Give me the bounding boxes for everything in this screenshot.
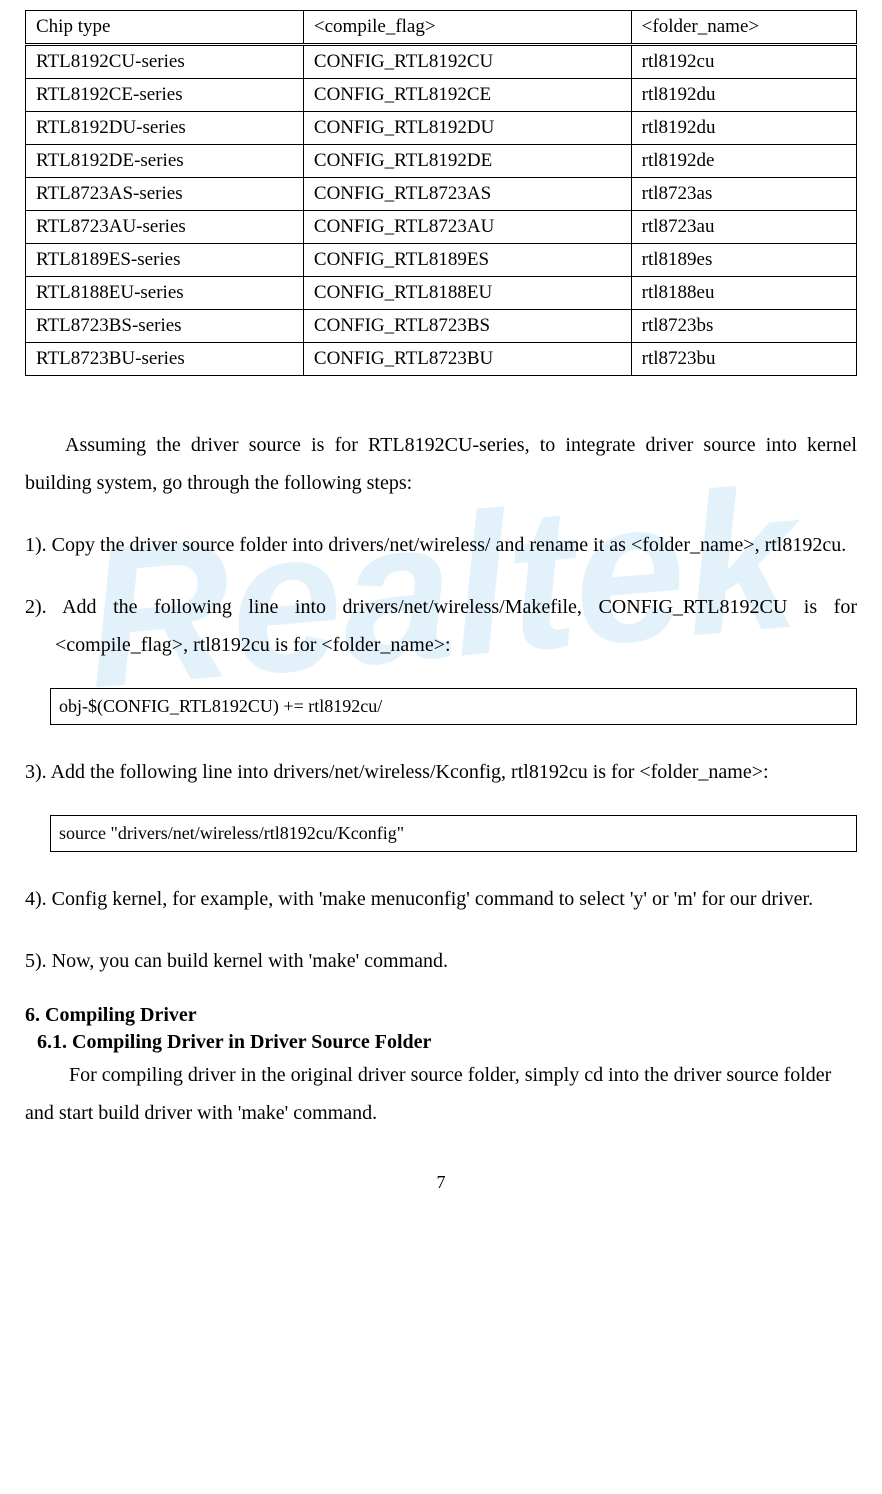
step-marker: 3). [25,761,47,783]
table-header: <folder_name> [631,11,856,45]
table-cell: CONFIG_RTL8723BU [303,343,631,376]
table-cell: rtl8188eu [631,277,856,310]
code-block-makefile: obj-$(CONFIG_RTL8192CU) += rtl8192cu/ [50,688,857,725]
chip-config-table: Chip type <compile_flag> <folder_name> R… [25,10,857,376]
table-row: RTL8188EU-seriesCONFIG_RTL8188EUrtl8188e… [26,277,857,310]
table-row: RTL8723AU-seriesCONFIG_RTL8723AUrtl8723a… [26,211,857,244]
table-cell: RTL8192DE-series [26,145,304,178]
step-text: Config kernel, for example, with 'make m… [52,888,813,910]
page-number: 7 [25,1172,857,1193]
table-row: RTL8192DU-seriesCONFIG_RTL8192DUrtl8192d… [26,112,857,145]
table-cell: rtl8723bs [631,310,856,343]
table-row: RTL8723BU-seriesCONFIG_RTL8723BUrtl8723b… [26,343,857,376]
table-cell: CONFIG_RTL8192DU [303,112,631,145]
step-marker: 1). [25,534,47,556]
intro-paragraph: Assuming the driver source is for RTL819… [25,426,857,502]
table-cell: RTL8188EU-series [26,277,304,310]
table-cell: CONFIG_RTL8723AS [303,178,631,211]
table-row: RTL8189ES-seriesCONFIG_RTL8189ESrtl8189e… [26,244,857,277]
code-block-kconfig: source "drivers/net/wireless/rtl8192cu/K… [50,815,857,852]
step-1: 1). Copy the driver source folder into d… [25,526,857,564]
step-marker: 4). [25,888,47,910]
table-cell: rtl8192cu [631,45,856,79]
table-cell: rtl8192du [631,79,856,112]
table-cell: rtl8189es [631,244,856,277]
table-cell: RTL8189ES-series [26,244,304,277]
table-cell: RTL8723BU-series [26,343,304,376]
section-6-1-subheading: 6.1. Compiling Driver in Driver Source F… [25,1031,857,1054]
step-5: 5). Now, you can build kernel with 'make… [25,942,857,980]
table-cell: CONFIG_RTL8192CU [303,45,631,79]
step-text: Now, you can build kernel with 'make' co… [52,950,448,972]
table-row: RTL8192CE-seriesCONFIG_RTL8192CErtl8192d… [26,79,857,112]
table-cell: RTL8192CU-series [26,45,304,79]
table-cell: RTL8192CE-series [26,79,304,112]
table-cell: rtl8723au [631,211,856,244]
section-6-1-body: For compiling driver in the original dri… [25,1056,857,1132]
table-cell: CONFIG_RTL8189ES [303,244,631,277]
table-row: RTL8723AS-seriesCONFIG_RTL8723ASrtl8723a… [26,178,857,211]
table-cell: CONFIG_RTL8192DE [303,145,631,178]
table-cell: rtl8192du [631,112,856,145]
step-marker: 2). [25,596,47,618]
table-header-row: Chip type <compile_flag> <folder_name> [26,11,857,45]
table-cell: CONFIG_RTL8723AU [303,211,631,244]
table-cell: RTL8723AS-series [26,178,304,211]
page-content: Chip type <compile_flag> <folder_name> R… [25,10,857,1193]
table-cell: RTL8723BS-series [26,310,304,343]
table-cell: CONFIG_RTL8188EU [303,277,631,310]
step-3: 3). Add the following line into drivers/… [25,753,857,791]
section-6-heading: 6. Compiling Driver [25,1004,857,1027]
step-text: Add the following line into drivers/net/… [55,596,857,656]
step-text: Add the following line into drivers/net/… [51,761,769,783]
step-4: 4). Config kernel, for example, with 'ma… [25,880,857,918]
table-cell: rtl8723as [631,178,856,211]
table-cell: RTL8192DU-series [26,112,304,145]
table-row: RTL8192DE-seriesCONFIG_RTL8192DErtl8192d… [26,145,857,178]
table-row: RTL8192CU-seriesCONFIG_RTL8192CUrtl8192c… [26,45,857,79]
step-text: Copy the driver source folder into drive… [52,534,847,556]
table-cell: rtl8192de [631,145,856,178]
table-cell: RTL8723AU-series [26,211,304,244]
step-marker: 5). [25,950,47,972]
table-header: Chip type [26,11,304,45]
table-cell: CONFIG_RTL8723BS [303,310,631,343]
table-header: <compile_flag> [303,11,631,45]
table-cell: CONFIG_RTL8192CE [303,79,631,112]
step-2: 2). Add the following line into drivers/… [25,588,857,664]
table-cell: rtl8723bu [631,343,856,376]
table-row: RTL8723BS-seriesCONFIG_RTL8723BSrtl8723b… [26,310,857,343]
